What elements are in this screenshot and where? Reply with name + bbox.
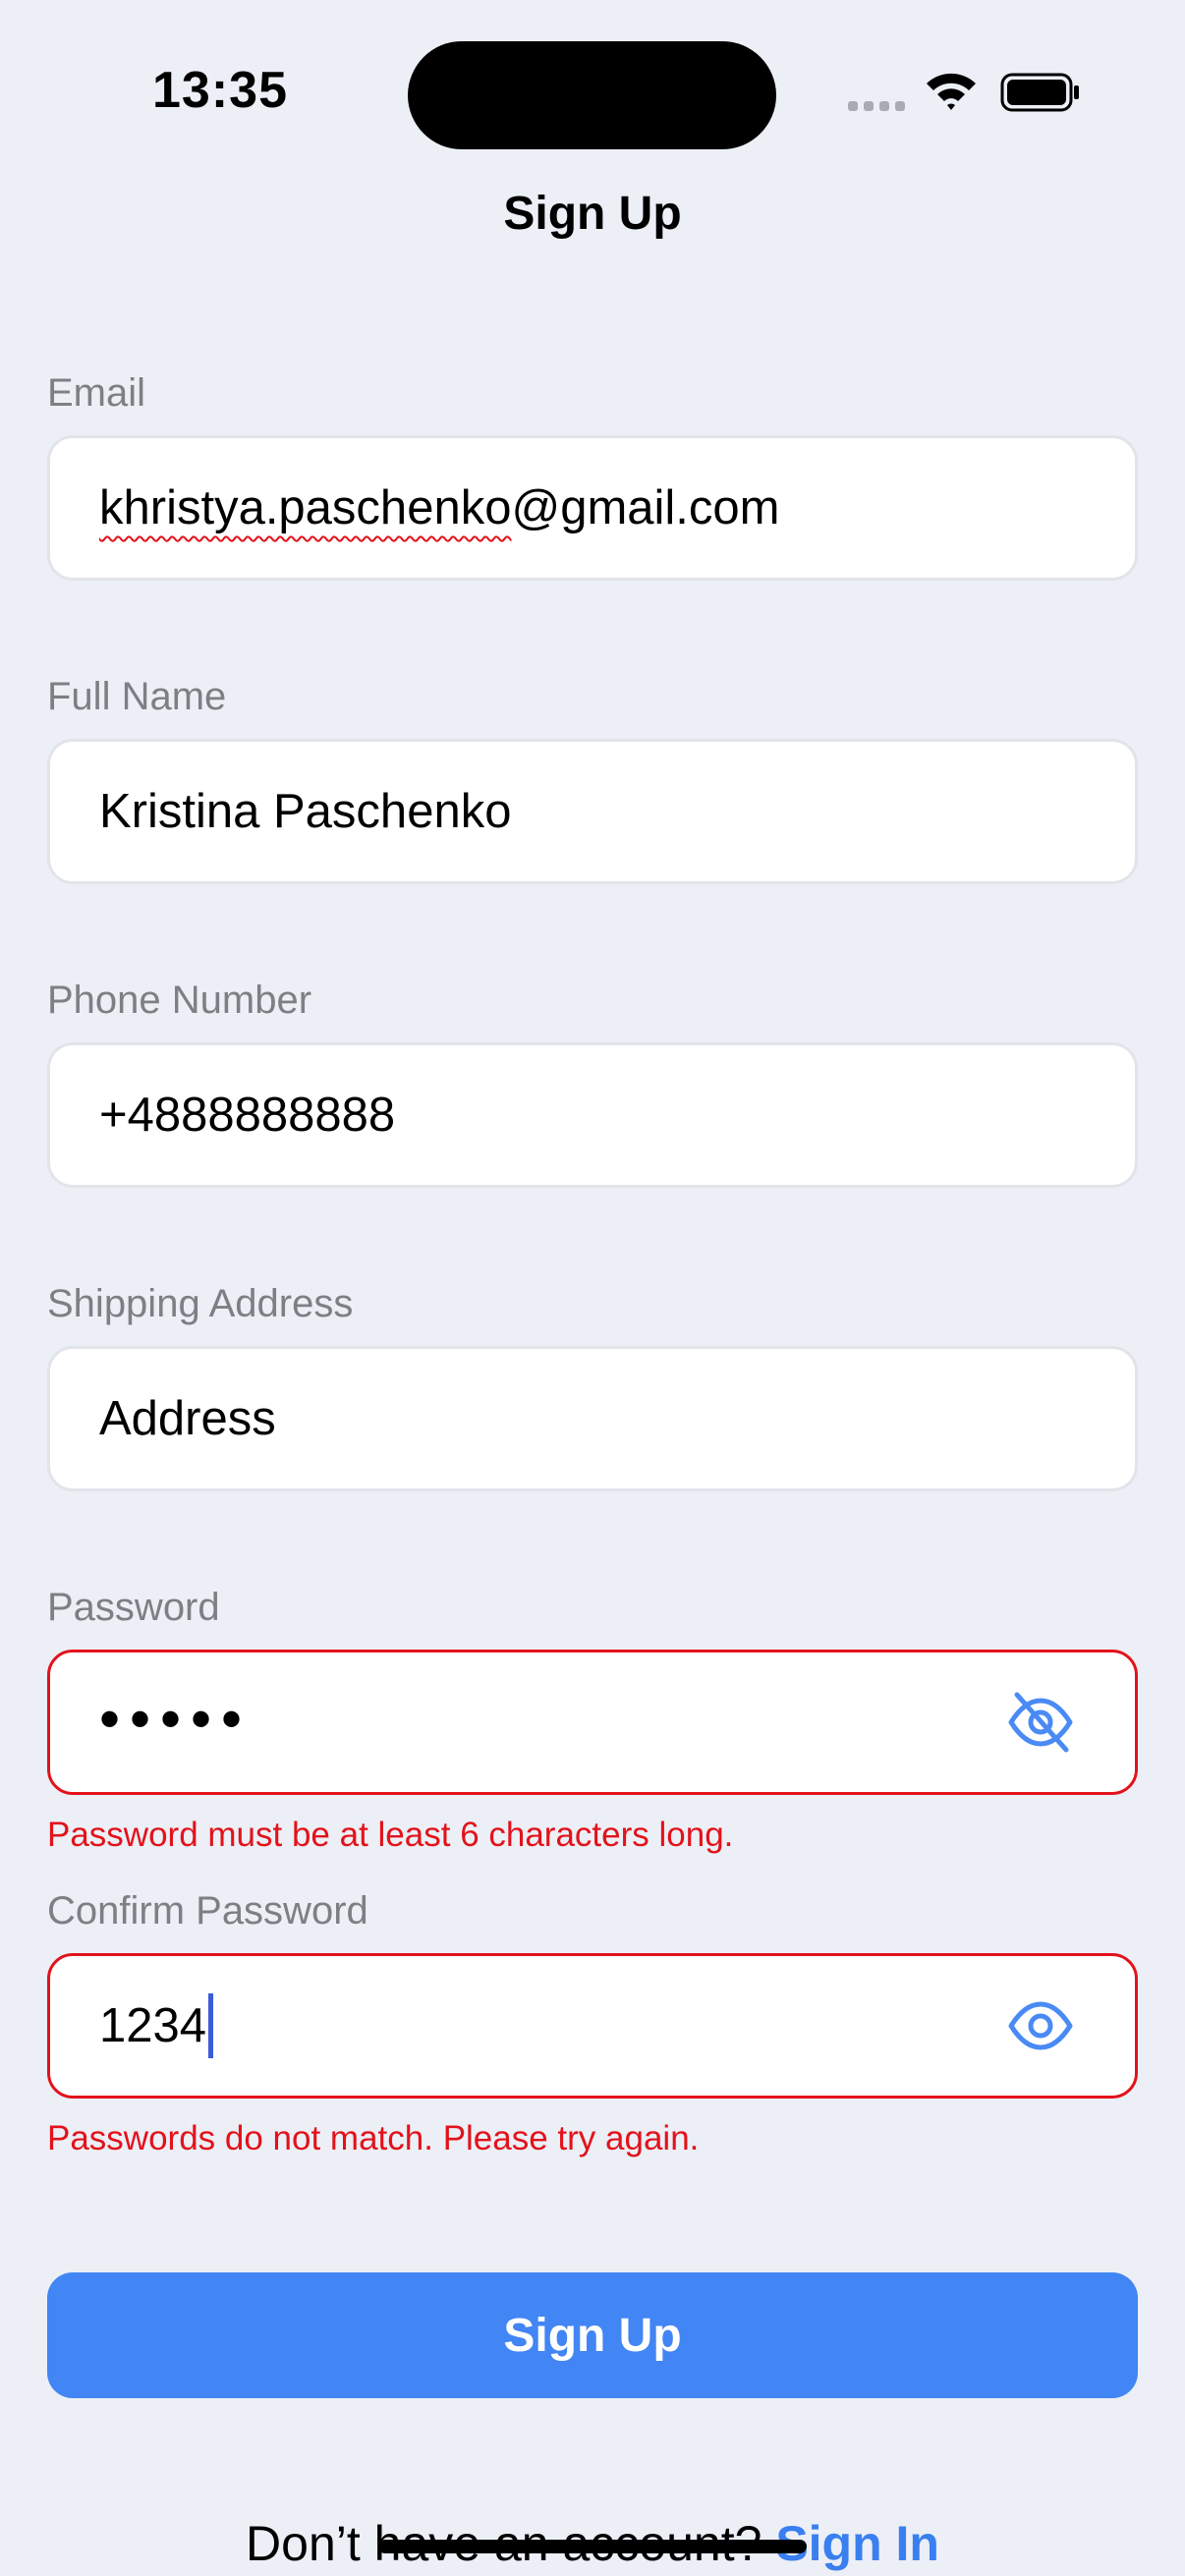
email-domain-text: @gmail.com [511,481,780,534]
password-field[interactable]: ••••• [47,1650,1138,1795]
signal-icon [848,101,905,111]
phone-label: Phone Number [47,979,312,1022]
address-placeholder: Address [99,1392,276,1445]
sign-up-button[interactable]: Sign Up [47,2272,1138,2398]
full-name-field[interactable]: Kristina Paschenko [47,739,1138,884]
page-title: Sign Up [503,188,682,240]
sign-up-screen: 13:35 Sign Up Email khristya.paschenko @g… [0,0,1185,2576]
email-field[interactable]: khristya.paschenko @gmail.com [47,435,1138,581]
email-label: Email [47,371,146,415]
confirm-password-error: Passwords do not match. Please try again… [47,2119,700,2157]
status-time: 13:35 [152,62,288,119]
confirm-password-value: 1234 [99,1999,207,2052]
battery-icon [1000,73,1079,112]
wifi-icon [927,73,976,110]
phone-value: +4888888888 [99,1089,396,1142]
dynamic-island [408,41,776,149]
eye-icon[interactable] [1005,1990,1076,2061]
address-field[interactable]: Address [47,1346,1138,1491]
phone-field[interactable]: +4888888888 [47,1042,1138,1188]
confirm-password-field[interactable]: 1234 [47,1953,1138,2099]
password-label: Password [47,1586,220,1629]
text-cursor [208,1993,214,2058]
full-name-label: Full Name [47,675,227,718]
home-indicator [378,2540,807,2553]
address-label: Shipping Address [47,1282,354,1325]
confirm-password-label: Confirm Password [47,1889,368,1932]
email-spellcheck-text: khristya.paschenko [99,481,512,534]
eye-off-icon[interactable] [1005,1687,1076,1758]
full-name-value: Kristina Paschenko [99,785,512,838]
password-error: Password must be at least 6 characters l… [47,1816,734,1854]
password-masked-value: ••••• [99,1686,253,1752]
